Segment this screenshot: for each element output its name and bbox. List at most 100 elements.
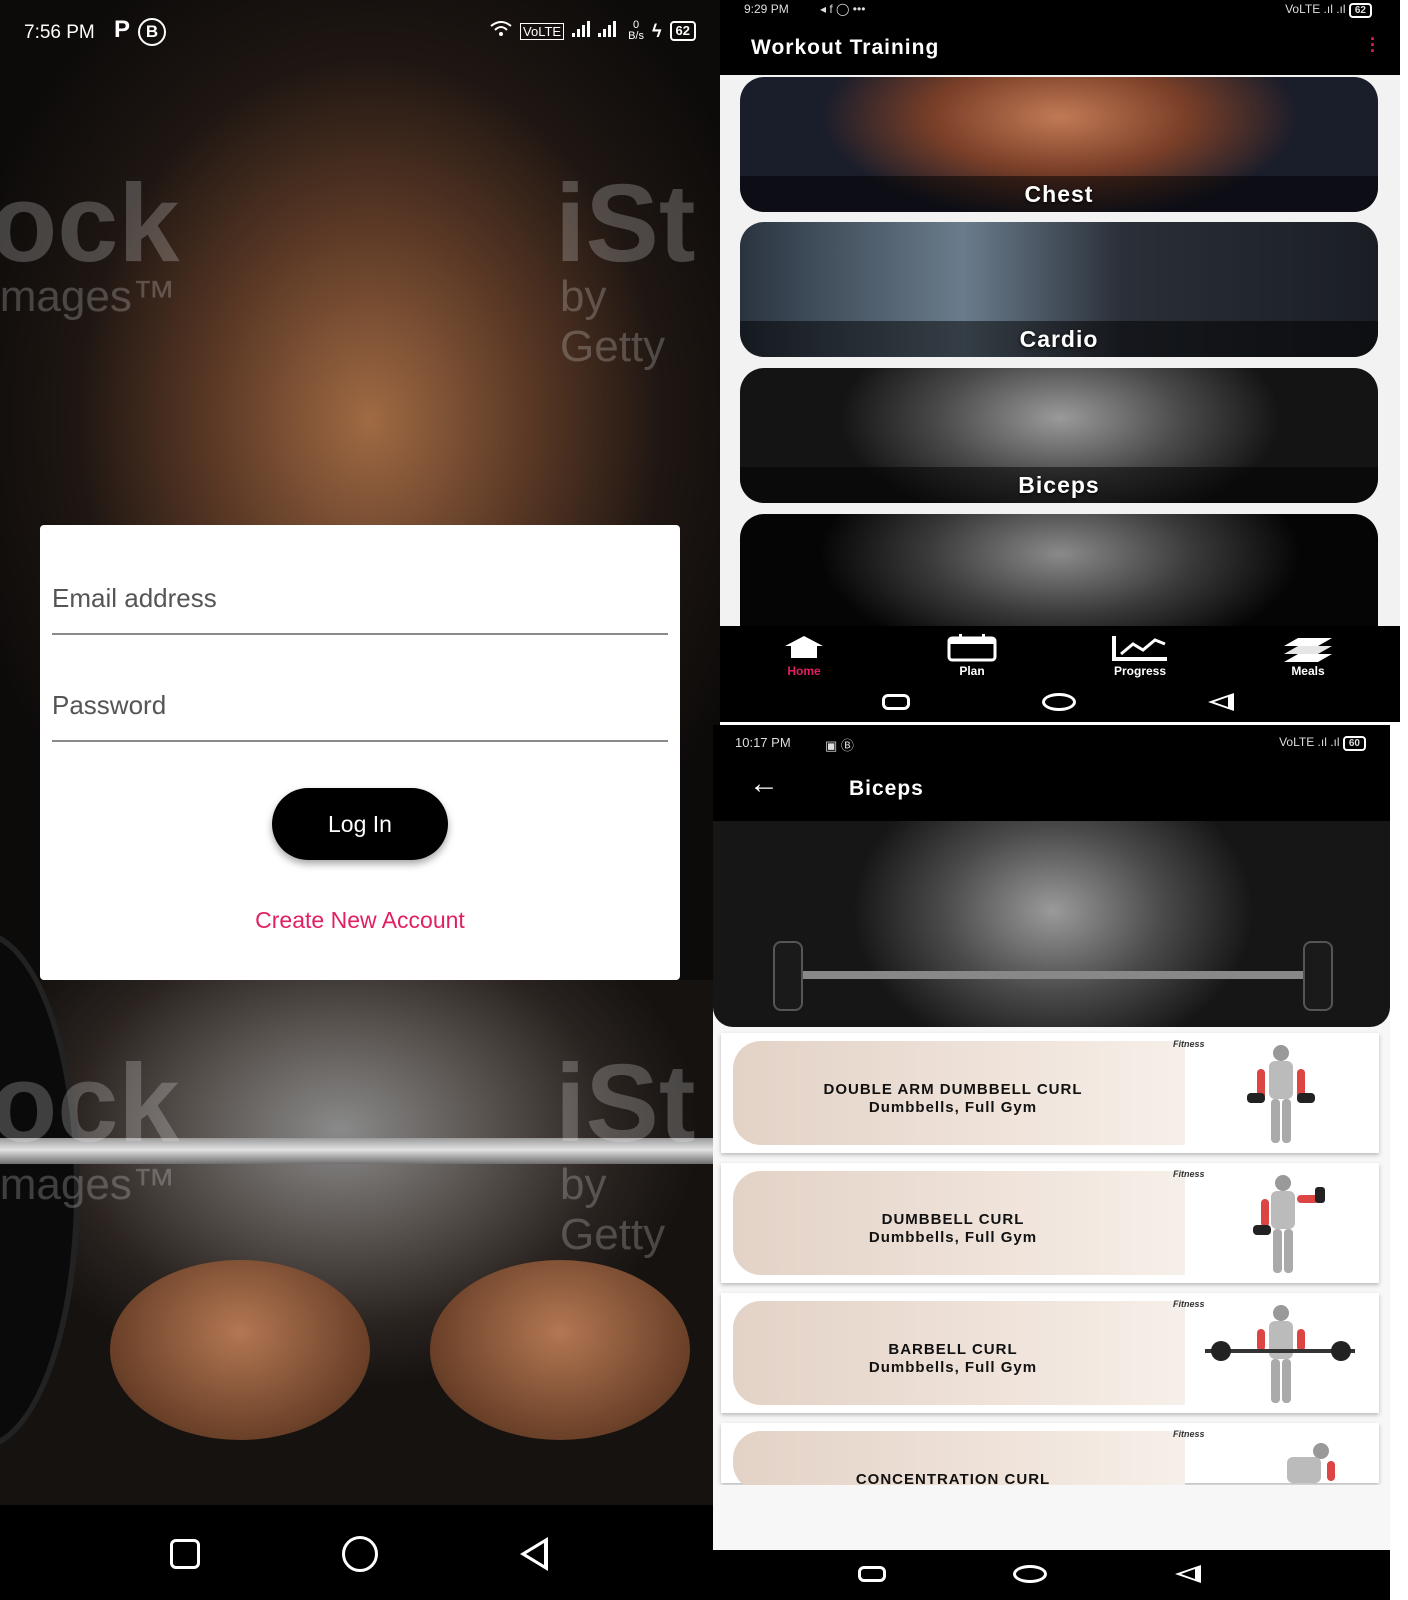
email-field[interactable]: Email address	[52, 575, 668, 635]
status-icons: VoLTE .ıl .ıl 60	[1279, 735, 1366, 751]
knee-image-left	[110, 1260, 370, 1440]
status-bar: 7:56 PM P B VoLTE 0 B/s ϟ 62	[0, 0, 720, 64]
watermark-text: images™	[0, 272, 176, 321]
weight-plate-image	[1303, 941, 1333, 1011]
exercise-name: BARBELL CURL	[888, 1341, 1018, 1358]
meals-icon	[1248, 634, 1368, 664]
home-icon	[744, 634, 864, 664]
exercise-figure-icon	[1253, 1175, 1325, 1273]
exercise-equipment: Dumbbells, Full Gym	[868, 1229, 1038, 1246]
tab-label: Home	[787, 664, 821, 678]
status-icons: VoLTE 0 B/s ϟ 62	[490, 20, 696, 42]
back-arrow-icon[interactable]: ←	[749, 769, 779, 799]
chart-icon	[1080, 634, 1200, 664]
back-nav-icon[interactable]	[1208, 693, 1234, 711]
watermark-text: iSt	[555, 1042, 696, 1165]
exercise-label-pill: BARBELL CURL Dumbbells, Full Gym	[733, 1301, 1185, 1405]
exercise-label-pill: DUMBBELL CURL Dumbbells, Full Gym	[733, 1171, 1185, 1275]
exercise-card[interactable]: CONCENTRATION CURL Fitness	[721, 1423, 1379, 1491]
tab-progress[interactable]: Progress	[1080, 634, 1200, 678]
notification-icons: ◂ f ◯ •••	[820, 2, 866, 16]
category-card-back[interactable]	[740, 514, 1378, 634]
exercise-label-pill: DOUBLE ARM DUMBBELL CURL Dumbbells, Full…	[733, 1041, 1185, 1145]
category-card-cardio[interactable]: Cardio	[740, 222, 1378, 357]
bottom-tab-bar: Home Plan Progress Meals	[720, 626, 1400, 722]
calendar-icon	[912, 634, 1032, 664]
app-bar: 10:17 PM ▣ Ⓑ VoLTE .ıl .ıl 60 ← Biceps	[713, 725, 1390, 821]
tab-home[interactable]: Home	[744, 634, 864, 678]
tab-plan[interactable]: Plan	[912, 634, 1032, 678]
status-icons: VoLTE .ıl .ıl 62	[1285, 2, 1372, 18]
watermark-text: ock	[0, 162, 180, 285]
barbell-image	[783, 971, 1323, 979]
watermark-text: iSt	[555, 162, 696, 285]
knee-image-right	[430, 1260, 690, 1440]
exercise-figure-icon	[1247, 1045, 1315, 1143]
content-fade	[713, 1485, 1390, 1550]
watermark-text: ock	[0, 1042, 180, 1165]
home-nav-icon[interactable]	[342, 1536, 378, 1572]
status-time: 9:29 PM	[744, 2, 789, 16]
exercise-equipment: Dumbbells, Full Gym	[868, 1099, 1038, 1116]
wifi-icon	[490, 21, 512, 41]
biceps-screen: 10:17 PM ▣ Ⓑ VoLTE .ıl .ıl 60 ← Biceps D…	[713, 725, 1390, 1600]
biceps-hero-image	[713, 821, 1390, 1027]
category-card-biceps[interactable]: Biceps	[740, 368, 1378, 503]
exercise-card[interactable]: BARBELL CURL Dumbbells, Full Gym Fitness	[721, 1293, 1379, 1413]
watermark-text: by Getty	[560, 272, 666, 371]
battery-icon: 62	[1348, 3, 1372, 18]
category-card-chest[interactable]: Chest	[740, 77, 1378, 212]
password-field[interactable]: Password	[52, 682, 668, 742]
battery-icon: 62	[669, 21, 696, 41]
battery-icon: 60	[1342, 736, 1366, 751]
more-options-icon[interactable]: · · ·	[1370, 30, 1376, 60]
notification-icons: ▣ Ⓑ	[825, 738, 854, 753]
network-speed: 0 B/s	[628, 19, 644, 42]
tab-label: Meals	[1291, 664, 1325, 678]
login-button[interactable]: Log In	[272, 788, 448, 860]
password-label: Password	[52, 690, 167, 720]
back-nav-icon[interactable]	[1175, 1565, 1201, 1583]
exercise-name: DUMBBELL CURL	[881, 1211, 1025, 1228]
category-label: Chest	[1024, 181, 1094, 207]
create-account-link[interactable]: Create New Account	[40, 907, 680, 934]
signal-icon	[572, 21, 620, 41]
category-label: Cardio	[1019, 326, 1099, 352]
app-b-icon: B	[138, 18, 166, 46]
home-nav-icon[interactable]	[1042, 693, 1076, 711]
screenshot-collage: ock images™ iSt by Getty ock images™ iSt…	[0, 0, 1408, 1600]
email-label: Email address	[52, 583, 217, 613]
page-title: Biceps	[849, 777, 924, 800]
exercise-figure-icon	[1205, 1305, 1355, 1403]
login-screen: ock images™ iSt by Getty ock images™ iSt…	[0, 0, 720, 1600]
system-nav-bar	[713, 1550, 1390, 1600]
exercise-name: DOUBLE ARM DUMBBELL CURL	[823, 1081, 1083, 1098]
exercise-figure-icon	[1287, 1443, 1335, 1483]
app-bar: 9:29 PM ◂ f ◯ ••• VoLTE .ıl .ıl 62 Worko…	[720, 0, 1400, 75]
tab-label: Plan	[959, 664, 985, 678]
login-card: Email address Password Log In Create New…	[40, 525, 680, 980]
workout-screen: 9:29 PM ◂ f ◯ ••• VoLTE .ıl .ıl 62 Worko…	[720, 0, 1400, 722]
exercise-card[interactable]: DUMBBELL CURL Dumbbells, Full Gym Fitnes…	[721, 1163, 1379, 1283]
recent-apps-icon[interactable]	[882, 694, 910, 710]
recent-apps-icon[interactable]	[170, 1539, 200, 1569]
watermark-text: by Getty	[560, 1160, 666, 1259]
status-time: 7:56 PM	[24, 22, 95, 43]
back-nav-icon[interactable]	[520, 1537, 548, 1571]
weight-plate-image	[773, 941, 803, 1011]
exercise-card[interactable]: DOUBLE ARM DUMBBELL CURL Dumbbells, Full…	[721, 1033, 1379, 1153]
recent-apps-icon[interactable]	[858, 1566, 886, 1582]
tab-label: Progress	[1113, 664, 1167, 678]
system-nav-bar	[0, 1505, 720, 1600]
app-p-icon: P	[113, 16, 130, 43]
page-title: Workout Training	[751, 36, 940, 59]
exercise-equipment: Dumbbells, Full Gym	[868, 1359, 1038, 1376]
volte-badge: VoLTE	[520, 22, 565, 40]
category-label: Biceps	[1018, 472, 1100, 498]
watermark-text: images™	[0, 1160, 176, 1209]
home-nav-icon[interactable]	[1013, 1565, 1047, 1583]
charging-icon: ϟ	[652, 20, 662, 41]
status-time: 10:17 PM	[735, 735, 791, 750]
exercise-label-pill: CONCENTRATION CURL	[733, 1431, 1185, 1491]
tab-meals[interactable]: Meals	[1248, 634, 1368, 678]
